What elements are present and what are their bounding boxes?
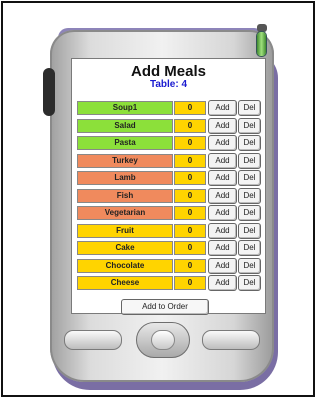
delete-button[interactable]: Del — [238, 222, 261, 239]
meal-quantity: 0 — [174, 136, 206, 150]
meal-name: Fish — [77, 188, 173, 203]
add-button[interactable]: Add — [208, 170, 237, 186]
meal-quantity: 0 — [174, 188, 206, 203]
meal-row: Chocolate 0 Add Del — [77, 257, 261, 274]
antenna-icon — [257, 24, 267, 32]
scroll-wheel-icon[interactable] — [43, 68, 55, 116]
meal-row: Fruit 0 Add Del — [77, 222, 261, 239]
meal-quantity: 0 — [174, 118, 206, 133]
meal-quantity: 0 — [174, 276, 206, 290]
meal-quantity: 0 — [174, 101, 206, 115]
add-button[interactable]: Add — [208, 152, 237, 169]
page-title: Add Meals — [130, 63, 206, 80]
meal-row: Soup1 0 Add Del — [77, 100, 261, 116]
meal-name: Soup1 — [77, 101, 173, 115]
delete-button[interactable]: Del — [238, 100, 261, 116]
meal-name: Pasta — [77, 136, 173, 150]
meal-name: Cake — [77, 241, 173, 255]
delete-button[interactable]: Del — [238, 275, 261, 291]
delete-button[interactable]: Del — [238, 152, 261, 169]
add-button[interactable]: Add — [208, 240, 237, 256]
meal-name: Cheese — [77, 276, 173, 290]
delete-button[interactable]: Del — [238, 205, 261, 221]
meal-quantity: 0 — [174, 153, 206, 168]
delete-button[interactable]: Del — [238, 257, 261, 274]
meal-quantity: 0 — [174, 171, 206, 185]
meal-name: Chocolate — [77, 258, 173, 273]
add-button[interactable]: Add — [208, 257, 237, 274]
delete-button[interactable]: Del — [238, 170, 261, 186]
meal-name: Vegetarian — [77, 206, 173, 220]
meal-quantity: 0 — [174, 241, 206, 255]
meal-row: Lamb 0 Add Del — [77, 170, 261, 186]
meal-name: Turkey — [77, 153, 173, 168]
left-hardware-button[interactable] — [64, 330, 122, 350]
add-to-order-button[interactable]: Add to Order — [121, 299, 209, 315]
power-indicator-icon — [257, 32, 266, 56]
meal-row: Pasta 0 Add Del — [77, 135, 261, 151]
meal-quantity: 0 — [174, 223, 206, 238]
delete-button[interactable]: Del — [238, 117, 261, 134]
add-button[interactable]: Add — [208, 100, 237, 116]
dpad-center-button[interactable] — [151, 330, 175, 350]
add-button[interactable]: Add — [208, 117, 237, 134]
directional-pad-icon[interactable] — [136, 322, 190, 358]
add-button[interactable]: Add — [208, 222, 237, 239]
meal-row: Vegetarian 0 Add Del — [77, 205, 261, 221]
right-hardware-button[interactable] — [202, 330, 260, 350]
meal-row: Turkey 0 Add Del — [77, 152, 261, 169]
meal-row: Cake 0 Add Del — [77, 240, 261, 256]
delete-button[interactable]: Del — [238, 240, 261, 256]
delete-button[interactable]: Del — [238, 187, 261, 204]
meal-name: Lamb — [77, 171, 173, 185]
app-screen: Add Meals Table: 4 Soup1 0 Add Del Salad 0 Add… — [71, 58, 266, 315]
meal-row: Cheese 0 Add Del — [77, 275, 261, 291]
meal-name: Salad — [77, 118, 173, 133]
add-button[interactable]: Add — [208, 275, 237, 291]
add-button[interactable]: Add — [208, 135, 237, 151]
add-button[interactable]: Add — [208, 205, 237, 221]
meal-row: Fish 0 Add Del — [77, 187, 261, 204]
table-number: Table: 4 — [149, 79, 188, 90]
add-button[interactable]: Add — [208, 187, 237, 204]
hardware-controls — [62, 322, 260, 358]
meal-name: Fruit — [77, 223, 173, 238]
delete-button[interactable]: Del — [238, 135, 261, 151]
meal-quantity: 0 — [174, 206, 206, 220]
meal-quantity: 0 — [174, 258, 206, 273]
meal-row: Salad 0 Add Del — [77, 117, 261, 134]
